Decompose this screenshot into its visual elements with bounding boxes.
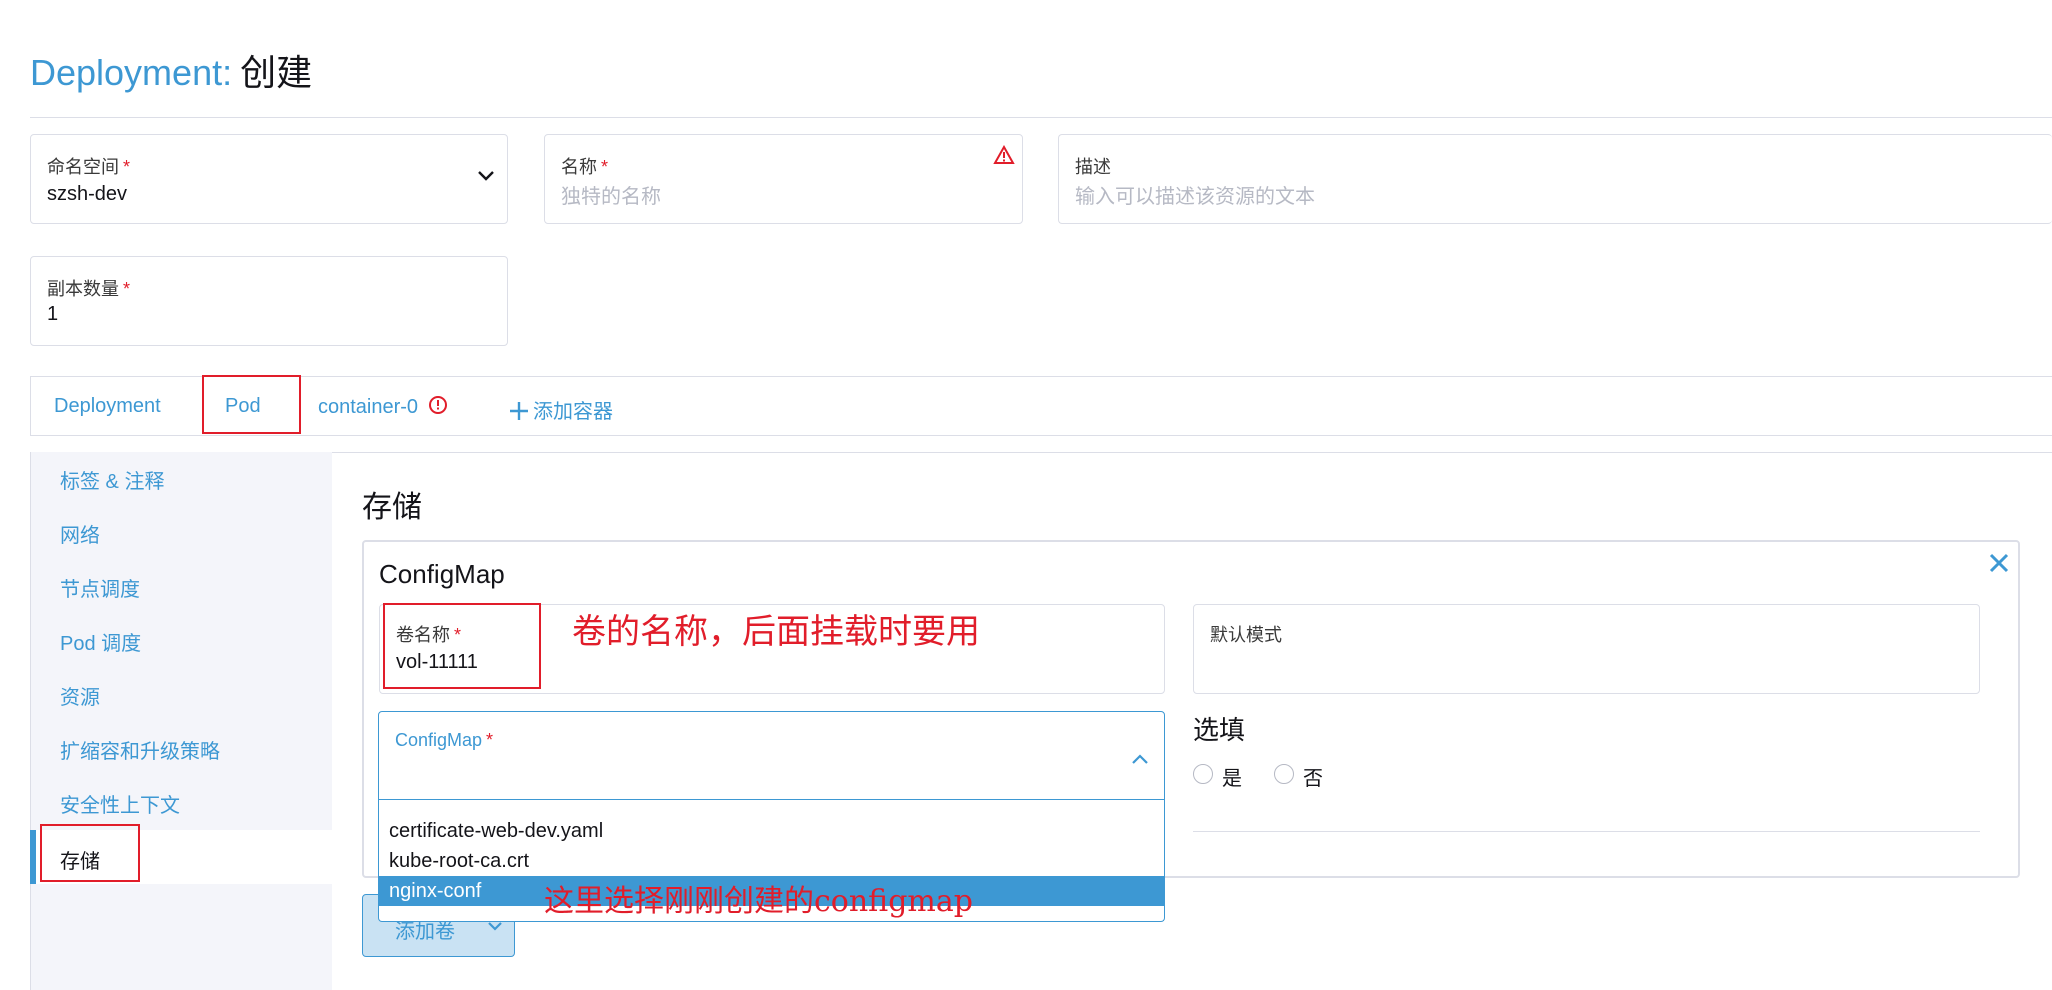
description-field[interactable]: 描述 输入可以描述该资源的文本 [1058,134,2052,224]
annotation-box-pod-tab [202,375,301,434]
page-title-resource: Deployment: [30,52,233,93]
optional-no-label: 否 [1303,768,1323,790]
storage-heading: 存储 [362,491,422,524]
card-divider [1193,831,1980,832]
page-title: Deployment: 创建 [30,44,312,96]
close-icon[interactable] [1988,552,2010,579]
description-placeholder: 输入可以描述该资源的文本 [1075,186,1315,208]
tab-container-0[interactable]: container-0 [318,395,448,421]
dropdown-option[interactable]: certificate-web-dev.yaml [379,816,1164,846]
page-title-action: 创建 [240,52,313,93]
configmap-select-label: ConfigMap * [395,730,494,750]
dropdown-option[interactable]: kube-root-ca.crt [379,846,1164,876]
annotation-box-volume-name [383,603,541,689]
chevron-down-icon [477,169,495,187]
error-circle-icon [428,395,448,421]
header-divider [30,117,2052,118]
replicas-label: 副本数量 * [47,279,131,299]
sidebar-item-security-context[interactable]: 安全性上下文 [60,789,180,818]
description-label: 描述 [1075,157,1111,177]
sidebar-item-pod-scheduling[interactable]: Pod 调度 [60,627,141,656]
optional-yes-radio[interactable] [1193,764,1213,784]
card-title: ConfigMap [379,559,505,589]
default-mode-field[interactable]: 默认模式 [1193,604,1980,694]
sidebar-item-labels-annotations[interactable]: 标签 & 注释 [60,465,164,494]
sidebar-item-node-scheduling[interactable]: 节点调度 [60,573,140,602]
annotation-configmap-note: 这里选择刚刚创建的configmap [544,884,973,919]
namespace-value: szsh-dev [47,183,128,205]
optional-yes-label: 是 [1222,768,1242,790]
annotation-box-storage [40,824,140,882]
name-label: 名称 * [561,157,609,177]
replicas-field[interactable]: 副本数量 * 1 [30,256,508,346]
name-field[interactable]: 名称 * 独特的名称 [544,134,1023,224]
optional-no-radio[interactable] [1274,764,1294,784]
sidebar-item-scaling-upgrade[interactable]: 扩缩容和升级策略 [60,735,220,764]
sidebar-item-network[interactable]: 网络 [60,519,100,548]
replicas-value: 1 [47,303,59,325]
tab-deployment[interactable]: Deployment [54,395,161,418]
sidebar-item-resources[interactable]: 资源 [60,681,100,710]
namespace-select[interactable]: 命名空间 * szsh-dev [30,134,508,224]
sidebar-active-indicator [30,830,36,884]
warning-triangle-icon [993,144,1015,170]
name-placeholder: 独特的名称 [561,186,661,208]
configmap-select[interactable]: ConfigMap * [378,711,1165,800]
default-mode-label: 默认模式 [1210,625,1282,645]
optional-label: 选填 [1193,715,1246,745]
annotation-volume-name-note: 卷的名称，后面挂载时要用 [572,612,980,652]
tabs-bar: Deployment Pod container-0 添加容器 [30,376,2052,436]
add-container-button[interactable]: 添加容器 [509,395,613,427]
plus-icon [509,401,529,427]
chevron-up-icon [1131,752,1149,770]
namespace-label: 命名空间 * [47,157,131,177]
